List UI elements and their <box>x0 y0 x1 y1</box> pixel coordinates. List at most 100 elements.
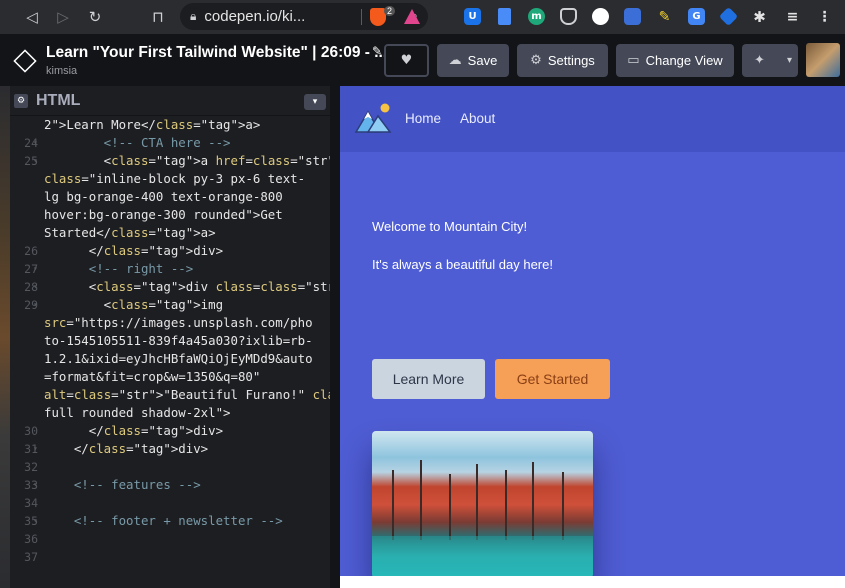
code-line[interactable]: 27 ▾ <!-- right --> <box>10 260 324 278</box>
layout-icon: ▭ <box>627 53 640 68</box>
fold-chevron-icon[interactable]: ▾ <box>33 278 38 296</box>
privacy-icon[interactable] <box>592 8 609 25</box>
code-line[interactable]: 26 </class="tag">div> <box>10 242 324 260</box>
brave-badge: 2 <box>384 6 396 16</box>
code-line[interactable]: lg bg-orange-400 text-orange-800 <box>10 188 324 206</box>
toolbar-separator <box>361 9 362 25</box>
pen-author[interactable]: kimsia <box>46 65 77 77</box>
fold-chevron-icon[interactable]: ▾ <box>33 512 38 530</box>
code-line[interactable]: 32 <box>10 458 324 476</box>
avatar[interactable] <box>806 43 840 77</box>
codepen-logo-icon[interactable] <box>13 49 37 73</box>
fold-chevron-icon[interactable]: ▾ <box>33 296 38 314</box>
hero-section: Welcome to Mountain City! It's always a … <box>340 152 845 578</box>
code-line[interactable]: 30 </class="tag">div> <box>10 422 324 440</box>
code-line[interactable]: 28▾ <class="tag">div class=class="str">"… <box>10 278 409 296</box>
collapse-chevron-icon[interactable]: ▾ <box>304 94 326 110</box>
code-line[interactable]: src="https://images.unsplash.com/pho <box>10 314 324 332</box>
fold-chevron-icon[interactable]: ▾ <box>33 152 38 170</box>
line-number: 34 <box>24 496 38 510</box>
code-line[interactable]: 34 <box>10 494 324 512</box>
translate-icon[interactable]: G <box>688 8 705 25</box>
fold-chevron-icon[interactable]: ▾ <box>33 440 38 458</box>
tree-trunk <box>476 464 478 540</box>
fold-chevron-icon[interactable]: ▾ <box>33 476 38 494</box>
code-line[interactable]: 35 ▾ <!-- footer + newsletter --> <box>10 512 324 530</box>
url-text: codepen.io/ki... <box>204 8 306 25</box>
tree-trunk <box>449 474 451 540</box>
code-line[interactable]: 24 ▾ <!-- CTA here --> <box>10 134 324 152</box>
hero-image <box>372 431 593 578</box>
code-line[interactable]: 36 <box>10 530 324 548</box>
settings-button[interactable]: ⚙ Settings <box>517 44 608 77</box>
extension-m-icon[interactable]: m <box>528 8 545 25</box>
learn-more-button[interactable]: Learn More <box>372 359 485 399</box>
menu-icon[interactable]: ⋮ <box>816 8 833 25</box>
code-text: 2">Learn More</class="tag">a> <box>44 117 261 132</box>
mountain-logo-icon[interactable] <box>354 102 394 134</box>
docs-icon[interactable] <box>498 8 511 25</box>
nav-link-home[interactable]: Home <box>405 111 441 126</box>
code-line[interactable]: to-1545105511-839f4a45a030?ixlib=rb- <box>10 332 324 350</box>
reader-icon[interactable] <box>624 8 641 25</box>
code-line[interactable]: hover:bg-orange-300 rounded">Get <box>10 206 324 224</box>
pin-button[interactable]: ✦ ▾ <box>742 44 798 77</box>
back-icon[interactable]: ◁ <box>16 0 48 34</box>
cube-icon[interactable] <box>718 6 739 27</box>
forward-icon[interactable]: ▷ <box>47 0 79 34</box>
browser-toolbar: ◁ ▷ ↻ ⊓ 🔒︎ codepen.io/ki... ⌕ 2 U m ✎ G … <box>0 0 845 34</box>
code-line[interactable]: full rounded shadow-2xl"> <box>10 404 324 422</box>
fold-chevron-icon[interactable]: ▾ <box>33 260 38 278</box>
rewards-icon[interactable] <box>404 9 420 24</box>
code-line[interactable]: 1.2.1&ixid=eyJhcHBfaWQiOjEyMDd9&auto <box>10 350 324 368</box>
code-line[interactable]: 25 ▾ <class="tag">a href=class="str">"#" <box>10 152 365 170</box>
chevron-down-icon[interactable]: ▾ <box>787 55 792 66</box>
gear-icon: ⚙ <box>530 53 542 68</box>
tree-trunk <box>420 460 422 540</box>
code-line[interactable]: Started</class="tag">a> <box>10 224 324 242</box>
code-editor[interactable]: 2">Learn More</class="tag">a> 24 ▾ <!-- CT… <box>10 116 409 566</box>
reload-icon[interactable]: ↻ <box>79 0 111 34</box>
code-text: =format&fit=crop&w=1350&q=80" <box>44 369 261 384</box>
codepen-header: Learn "Your First Tailwind Website" | 26… <box>0 34 845 86</box>
edit-title-icon[interactable]: ✎ <box>372 44 382 58</box>
code-text: Started</class="tag">a> <box>44 225 216 240</box>
fold-chevron-icon[interactable]: ▾ <box>33 134 38 152</box>
tagline-text: It's always a beautiful day here! <box>372 257 553 272</box>
save-button[interactable]: ☁ Save <box>437 44 509 77</box>
heart-button[interactable]: ♥ <box>384 44 429 77</box>
preview-navbar: Home About <box>340 86 845 152</box>
background-window-edge <box>0 86 10 588</box>
lake-reflection <box>372 536 593 578</box>
code-line[interactable]: =format&fit=crop&w=1350&q=80" <box>10 368 324 386</box>
code-text: <!-- right --> <box>44 261 194 276</box>
code-line[interactable]: 29 ▾ <class="tag">img <box>10 296 324 314</box>
bookmark-icon[interactable]: ⊓ <box>142 0 174 34</box>
pocket-icon[interactable] <box>560 8 577 25</box>
preview-footer <box>340 576 845 588</box>
editor-header: ⚙ HTML ▾ <box>10 86 330 116</box>
extension-u-icon[interactable]: U <box>464 8 481 25</box>
code-text: class="inline-block py-3 px-6 text- <box>44 171 306 186</box>
code-line[interactable]: class="inline-block py-3 px-6 text- <box>10 170 324 188</box>
highlighter-icon[interactable]: ✎ <box>656 8 673 25</box>
code-text: <class="tag">img <box>44 297 224 312</box>
get-started-button[interactable]: Get Started <box>495 359 610 399</box>
change-view-label: Change View <box>645 53 723 68</box>
code-line[interactable]: 31 ▾ </class="tag">div> <box>10 440 324 458</box>
code-text: src="https://images.unsplash.com/pho <box>44 315 313 330</box>
panel-resizer[interactable] <box>330 86 340 588</box>
code-text: hover:bg-orange-300 rounded">Get <box>44 207 283 222</box>
editor-settings-icon[interactable]: ⚙ <box>14 93 28 108</box>
tree-trunk <box>562 472 564 540</box>
tree-trunk <box>532 462 534 540</box>
extensions-puzzle-icon[interactable]: ✱ <box>751 8 768 26</box>
playlist-icon[interactable]: ≡ <box>784 8 801 25</box>
code-line[interactable]: 37 <box>10 548 324 566</box>
code-text: to-1545105511-839f4a45a030?ixlib=rb- <box>44 333 313 348</box>
nav-link-about[interactable]: About <box>460 111 495 126</box>
change-view-button[interactable]: ▭ Change View <box>616 44 734 77</box>
code-line[interactable]: alt=class="str">"Beautiful Furano!" clas… <box>10 386 380 404</box>
code-line[interactable]: 2">Learn More</class="tag">a> <box>10 116 324 134</box>
code-line[interactable]: 33 ▾ <!-- features --> <box>10 476 324 494</box>
